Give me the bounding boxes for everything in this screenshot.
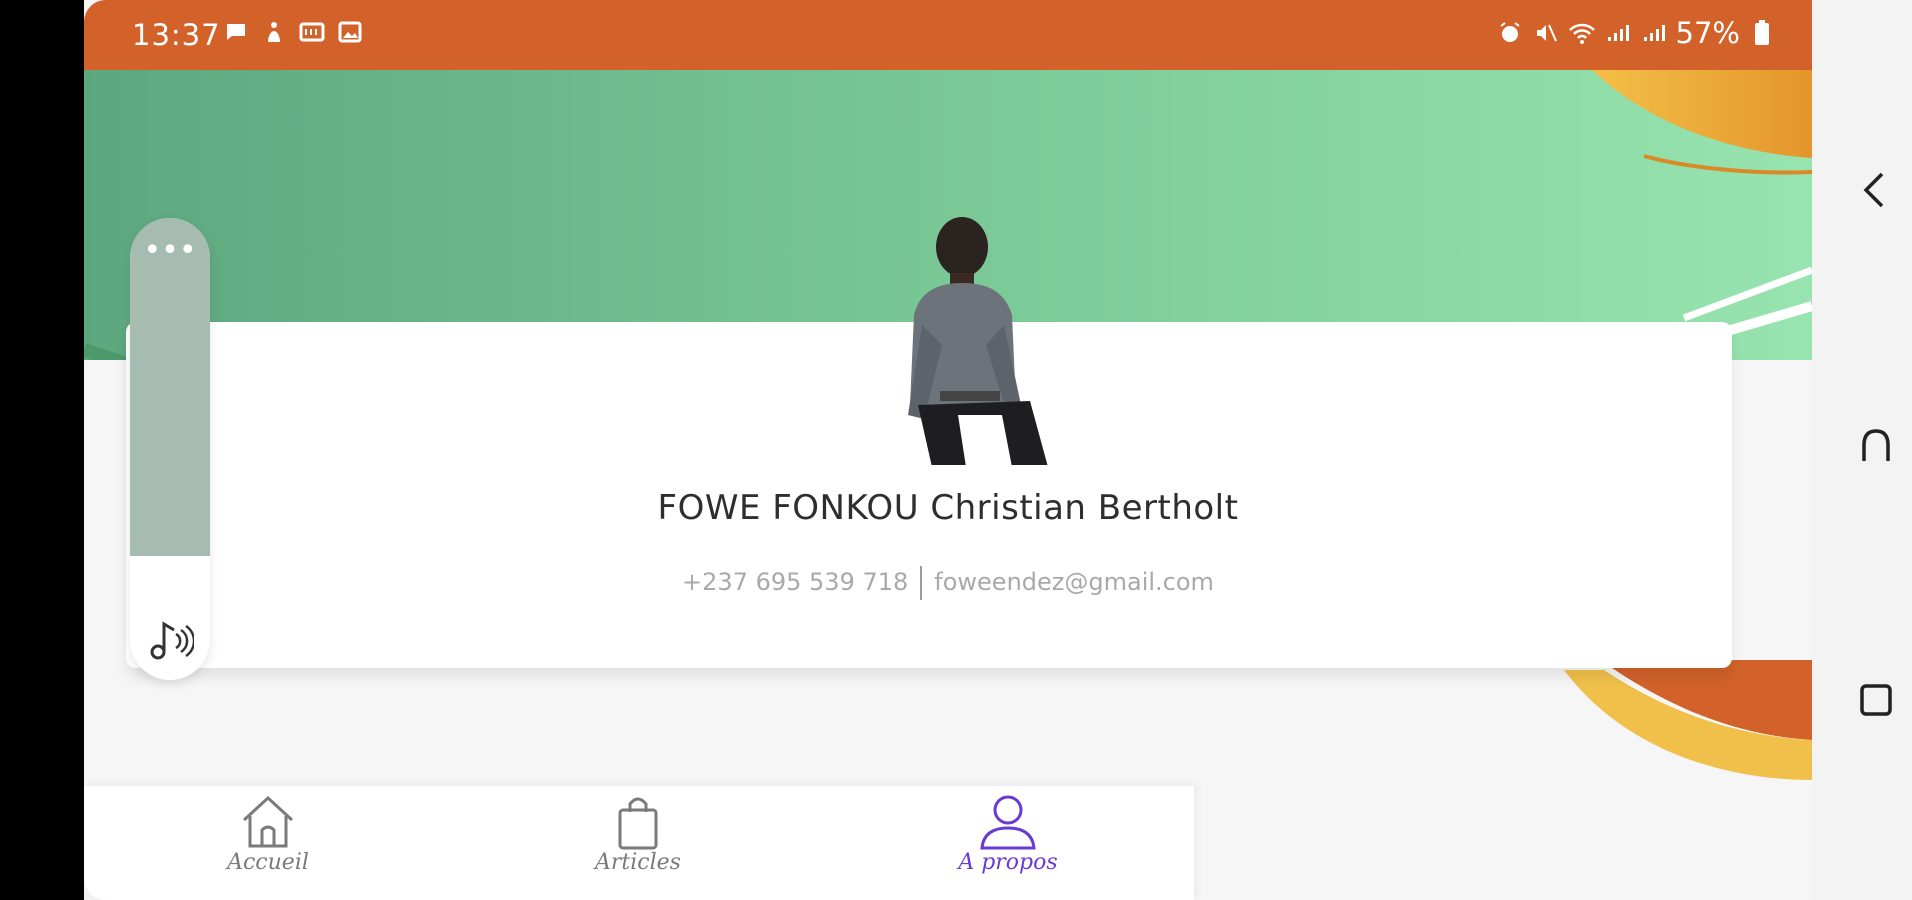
alarm-icon (1496, 19, 1524, 47)
home-icon (242, 795, 294, 848)
tab-accueil[interactable]: Accueil (168, 794, 368, 894)
bag-icon (618, 797, 658, 850)
floating-panel: ••• (130, 218, 210, 680)
tab-label: A propos (958, 850, 1058, 875)
person-icon (980, 795, 1036, 850)
chat-icon (222, 18, 250, 46)
profile-contact: +237 695 539 718 foweendez@gmail.com (84, 566, 1812, 600)
cast-icon (298, 18, 326, 46)
tab-a-propos[interactable]: A propos (908, 794, 1108, 894)
back-icon[interactable] (1856, 170, 1896, 210)
tab-label: Articles (595, 850, 681, 875)
status-bar: 13:37 57% (84, 0, 1812, 70)
signal-icon (1604, 19, 1632, 47)
mute-icon (1532, 19, 1560, 47)
battery-icon (1748, 19, 1776, 47)
device-bezel (0, 0, 84, 900)
app-screen: 13:37 57% FOWE FONKOU Christian Bertholt… (84, 0, 1812, 900)
tab-articles[interactable]: Articles (538, 794, 738, 894)
separator (920, 566, 923, 600)
status-time: 13:37 (132, 18, 221, 52)
tab-label: Accueil (227, 850, 309, 875)
more-options-icon[interactable]: ••• (130, 236, 210, 266)
recents-icon[interactable] (1856, 680, 1896, 720)
bottom-navigation: Accueil Articles A propos (84, 786, 1194, 900)
wifi-icon (1568, 19, 1596, 47)
battery-text: 57% (1675, 16, 1740, 50)
floating-panel-track[interactable] (130, 218, 210, 556)
email-address[interactable]: foweendez@gmail.com (934, 568, 1214, 596)
accessibility-icon (260, 18, 288, 46)
image-icon (336, 18, 364, 46)
home-nav-icon[interactable] (1856, 425, 1896, 465)
music-volume-icon[interactable] (148, 618, 194, 662)
signal-icon (1640, 19, 1668, 47)
phone-number[interactable]: +237 695 539 718 (682, 568, 908, 596)
profile-name: FOWE FONKOU Christian Bertholt (657, 488, 1239, 528)
profile-photo (908, 217, 1048, 465)
